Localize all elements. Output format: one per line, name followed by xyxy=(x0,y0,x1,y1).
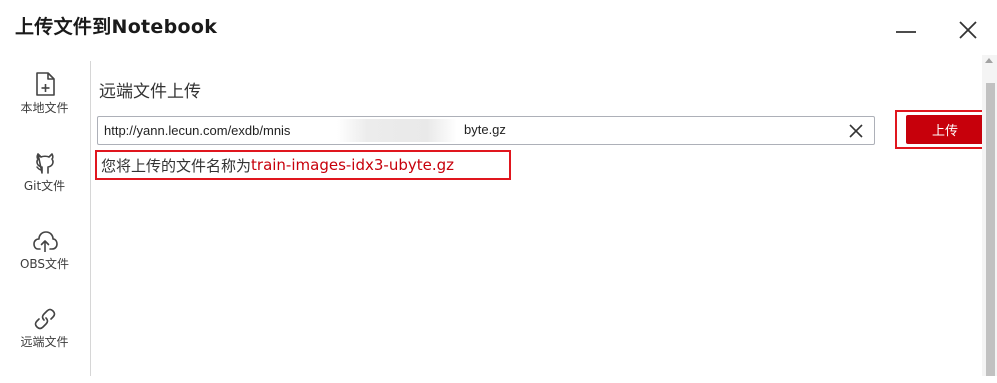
sidebar-item-local-file[interactable]: 本地文件 xyxy=(0,71,89,147)
scroll-thumb[interactable] xyxy=(986,83,995,376)
file-plus-icon xyxy=(35,72,55,96)
url-field[interactable]: byte.gz xyxy=(97,116,875,145)
clear-input-button[interactable] xyxy=(846,121,866,141)
cloud-upload-icon xyxy=(32,231,58,252)
source-sidebar: 本地文件 Git文件 OBS文件 远端文件 xyxy=(0,61,91,376)
dialog-title: 上传文件到Notebook xyxy=(15,16,218,38)
scroll-up-arrow-icon[interactable] xyxy=(985,58,993,63)
section-title: 远端文件上传 xyxy=(99,82,201,102)
vertical-scrollbar[interactable] xyxy=(982,55,997,376)
link-icon xyxy=(34,308,55,330)
github-icon xyxy=(35,153,54,174)
sidebar-item-label: 远端文件 xyxy=(20,335,69,349)
filename-prefix: 您将上传的文件名称为 xyxy=(101,156,252,175)
sidebar-item-git-file[interactable]: Git文件 xyxy=(0,149,89,225)
filename-notice: 您将上传的文件名称为 train-images-idx3-ubyte.gz xyxy=(95,150,511,180)
redaction-mask xyxy=(337,119,457,142)
upload-dialog: 上传文件到Notebook 本地文件 Git文件 OBS文件 远端文件 远端文件… xyxy=(0,0,997,376)
minimize-button[interactable] xyxy=(890,10,924,44)
close-button[interactable] xyxy=(950,10,984,44)
close-icon xyxy=(959,21,977,39)
clear-icon xyxy=(849,124,863,138)
target-filename: train-images-idx3-ubyte.gz xyxy=(251,156,454,174)
minimize-icon xyxy=(896,31,916,33)
sidebar-item-label: Git文件 xyxy=(23,179,66,193)
sidebar-item-label: 本地文件 xyxy=(20,101,69,115)
upload-button[interactable]: 上传 xyxy=(906,115,984,144)
url-tail-text: byte.gz xyxy=(464,122,506,137)
sidebar-item-label: OBS文件 xyxy=(19,257,70,271)
sidebar-item-obs-file[interactable]: OBS文件 xyxy=(0,229,89,305)
sidebar-item-remote-file[interactable]: 远端文件 xyxy=(0,307,89,383)
remote-upload-panel: 远端文件上传 byte.gz 上传 您将上传的文件名称为train-images… xyxy=(91,61,987,376)
